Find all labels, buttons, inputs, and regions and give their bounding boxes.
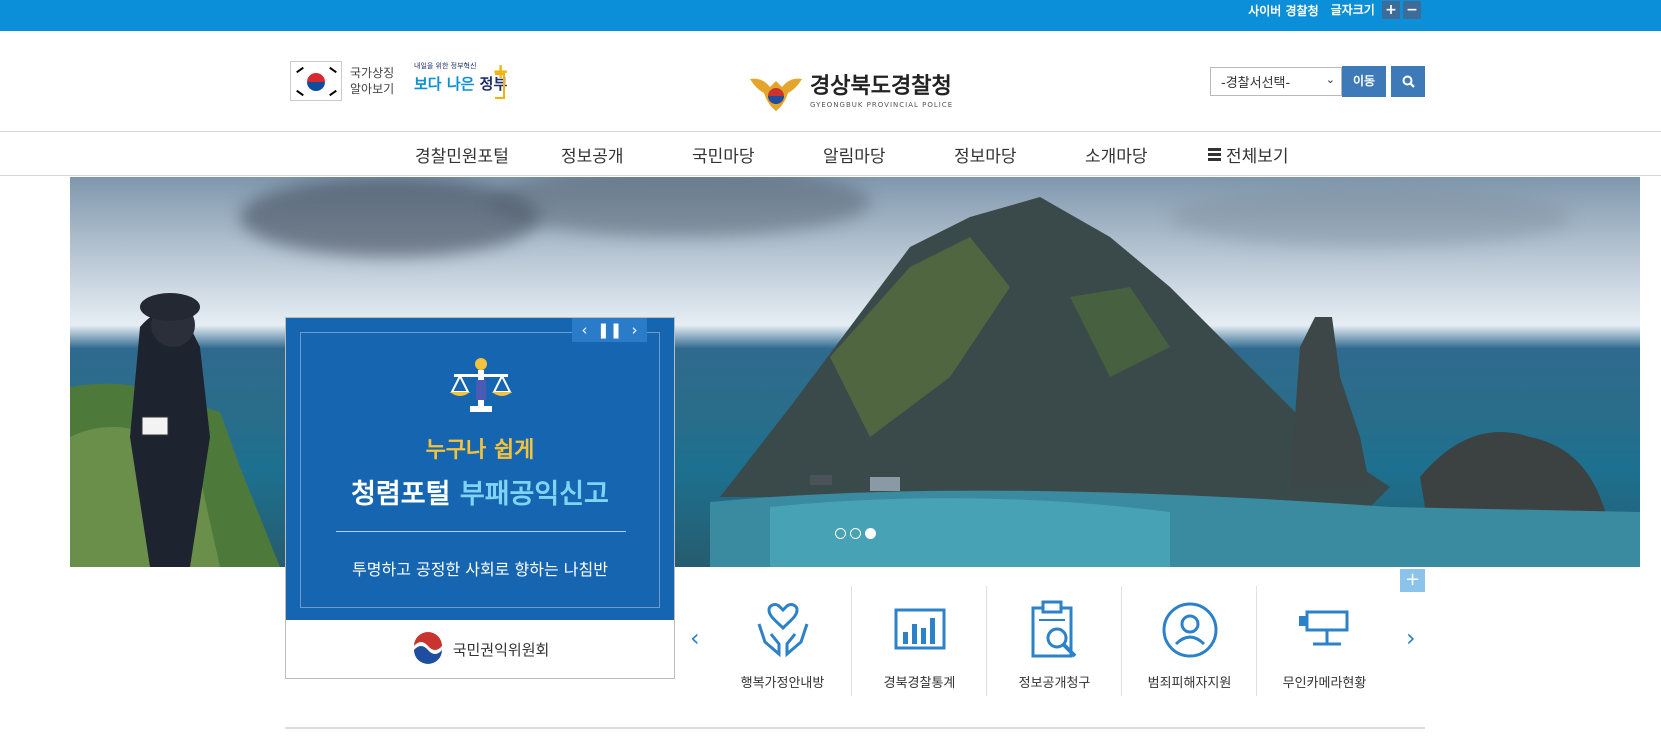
banner-subtitle: 누구나 쉽게 — [425, 438, 535, 463]
nav-view-all[interactable]: 전체보기 — [1208, 142, 1289, 167]
anticorruption-banner[interactable]: ‹ ❚❚ › 누구나 쉽게 청렴포털 부패공익신고 투명하고 공정한 사회로 향… — [285, 317, 675, 679]
banner-organization: 국민권익위원회 — [286, 620, 674, 678]
banner-description: 투명하고 공정한 사회로 향하는 나침반 — [352, 560, 608, 579]
font-size-control: 글자크기 + − — [1331, 1, 1421, 19]
site-logo[interactable]: 경상북도경찰청 GYEONGBUK PROVINCIAL POLICE — [748, 71, 953, 113]
hero-dot-2[interactable] — [850, 528, 861, 539]
police-station-select[interactable]: -경찰서선택- ⌄ — [1210, 67, 1342, 96]
site-title: 경상북도경찰청 — [810, 74, 952, 99]
menu-icon — [1208, 148, 1221, 161]
utility-links: 사이버 경찰청 글자크기 + − — [1248, 0, 1421, 20]
quick-victim-support[interactable]: 범죄피해자지원 — [1122, 586, 1257, 698]
go-button[interactable]: 이동 — [1342, 66, 1386, 97]
cyber-police-link[interactable]: 사이버 경찰청 — [1248, 2, 1318, 19]
nav-notice[interactable]: 알림마당 — [823, 142, 886, 167]
quick-links: ‹ 행복가정안내방 경북경찰통계 정보공개청구 범죄피해자지원 무인카메라현황 … — [690, 580, 1420, 700]
quick-speed-camera[interactable]: 무인카메라현황 — [1257, 586, 1392, 698]
banner-title: 청렴포털 부패공익신고 — [351, 479, 609, 510]
nav-information[interactable]: 정보마당 — [954, 142, 1017, 167]
chevron-down-icon: ⌄ — [1325, 73, 1335, 86]
quick-happy-family[interactable]: 행복가정안내방 — [715, 586, 850, 698]
bar-chart-icon — [894, 608, 945, 650]
section-divider — [285, 727, 1425, 729]
font-increase-button[interactable]: + — [1382, 1, 1400, 19]
nav-citizen[interactable]: 국민마당 — [692, 142, 755, 167]
heart-hands-icon — [757, 603, 808, 658]
national-symbol-text: 국가상징 알아보기 — [350, 66, 395, 96]
search-button[interactable] — [1391, 66, 1425, 97]
hero-dot-3[interactable] — [865, 528, 876, 539]
taegukgi-flag-icon — [290, 61, 342, 101]
font-decrease-button[interactable]: − — [1403, 1, 1421, 19]
clipboard-search-icon — [1031, 600, 1076, 658]
quick-info-request[interactable]: 정보공개청구 — [987, 586, 1122, 698]
nav-introduction[interactable]: 소개마당 — [1085, 142, 1148, 167]
banner-next-icon[interactable]: › — [622, 318, 647, 342]
site-header: 국가상징 알아보기 내일을 위한 정부혁신 보다 나은 정부 + 경상북도경찰청… — [0, 31, 1661, 132]
acrc-logo-icon — [411, 632, 444, 665]
government-innovation-logo[interactable]: 내일을 위한 정부혁신 보다 나은 정부 + — [414, 59, 509, 103]
font-size-label: 글자크기 — [1330, 3, 1375, 17]
top-utility-bar: 사이버 경찰청 글자크기 + − — [0, 0, 1661, 31]
gov-plus-icon: + — [492, 59, 509, 83]
nav-civil-portal[interactable]: 경찰민원포털 — [415, 142, 509, 167]
banner-prev-icon[interactable]: ‹ — [572, 318, 597, 342]
police-emblem-icon — [748, 71, 804, 113]
main-navigation: 경찰민원포털 정보공개 국민마당 알림마당 정보마당 소개마당 전체보기 — [0, 132, 1661, 176]
scales-of-justice-icon — [450, 358, 512, 412]
hero-dot-1[interactable] — [835, 528, 846, 539]
quick-police-statistics[interactable]: 경북경찰통계 — [852, 586, 987, 698]
quick-next-icon[interactable]: › — [1406, 624, 1416, 652]
search-icon — [1402, 75, 1415, 88]
banner-visual: ‹ ❚❚ › 누구나 쉽게 청렴포털 부패공익신고 투명하고 공정한 사회로 향… — [286, 318, 674, 620]
cctv-camera-icon — [1298, 610, 1348, 646]
hero-pagination — [835, 528, 876, 539]
national-symbol-link[interactable]: 국가상징 알아보기 — [290, 61, 394, 101]
banner-controls: ‹ ❚❚ › — [572, 318, 647, 342]
banner-pause-icon[interactable]: ❚❚ — [597, 318, 622, 342]
quick-prev-icon[interactable]: ‹ — [690, 624, 700, 652]
site-title-english: GYEONGBUK PROVINCIAL POLICE — [810, 101, 954, 109]
person-circle-icon — [1162, 602, 1217, 658]
nav-info-disclosure[interactable]: 정보공개 — [561, 142, 624, 167]
